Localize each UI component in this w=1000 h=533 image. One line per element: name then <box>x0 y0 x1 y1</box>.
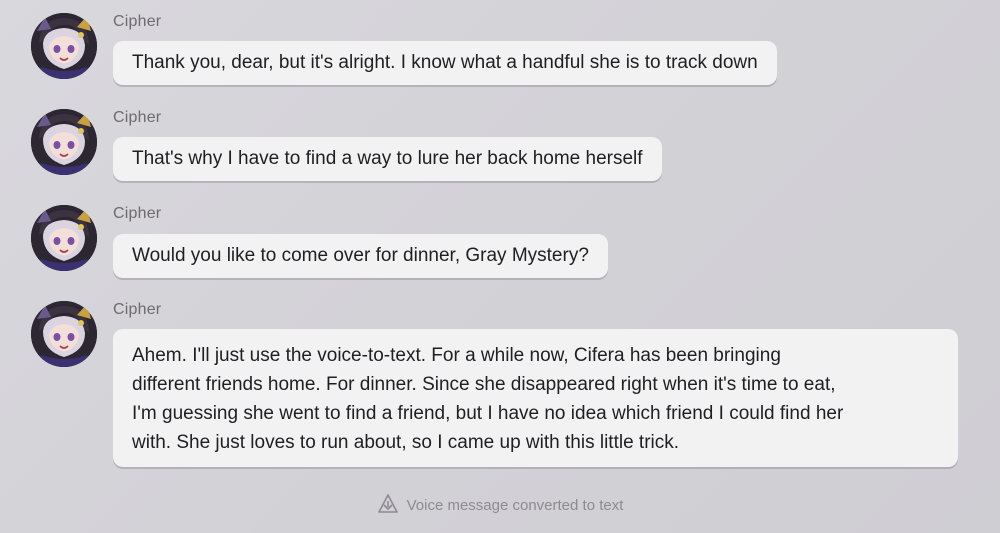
cipher-portrait-icon <box>31 301 97 367</box>
cipher-portrait-icon <box>31 13 97 79</box>
cipher-portrait-icon <box>31 205 97 271</box>
message-text: That's why I have to find a way to lure … <box>132 148 643 169</box>
voice-message-icon <box>377 494 399 514</box>
message-text-line: Ahem. I'll just use the voice-to-text. F… <box>132 345 781 366</box>
avatar[interactable] <box>31 301 97 367</box>
avatar[interactable] <box>31 205 97 271</box>
message-text: Thank you, dear, but it's alright. I kno… <box>132 52 758 73</box>
sender-name: Cipher <box>113 301 162 318</box>
avatar[interactable] <box>31 13 97 79</box>
message-text: Would you like to come over for dinner, … <box>132 245 589 266</box>
sender-name: Cipher <box>113 13 162 30</box>
message-bubble[interactable]: Thank you, dear, but it's alright. I kno… <box>113 41 777 85</box>
message-text-line: with. She just loves to run about, so I … <box>132 432 680 453</box>
message-bubble[interactable]: Ahem. I'll just use the voice-to-text. F… <box>113 329 958 467</box>
message-text-line: different friends home. For dinner. Sinc… <box>132 374 836 395</box>
message-text-line: I'm guessing she went to find a friend, … <box>132 403 844 424</box>
cipher-portrait-icon <box>31 109 97 175</box>
voice-conversion-text: Voice message converted to text <box>406 497 624 514</box>
chat-log: Cipher Thank you, dear, but it's alright… <box>0 0 1000 533</box>
avatar[interactable] <box>31 109 97 175</box>
sender-name: Cipher <box>113 205 162 222</box>
sender-name: Cipher <box>113 109 162 126</box>
message-bubble[interactable]: That's why I have to find a way to lure … <box>113 137 662 181</box>
voice-conversion-note: Voice message converted to text <box>0 494 1000 516</box>
message-bubble[interactable]: Would you like to come over for dinner, … <box>113 234 608 278</box>
